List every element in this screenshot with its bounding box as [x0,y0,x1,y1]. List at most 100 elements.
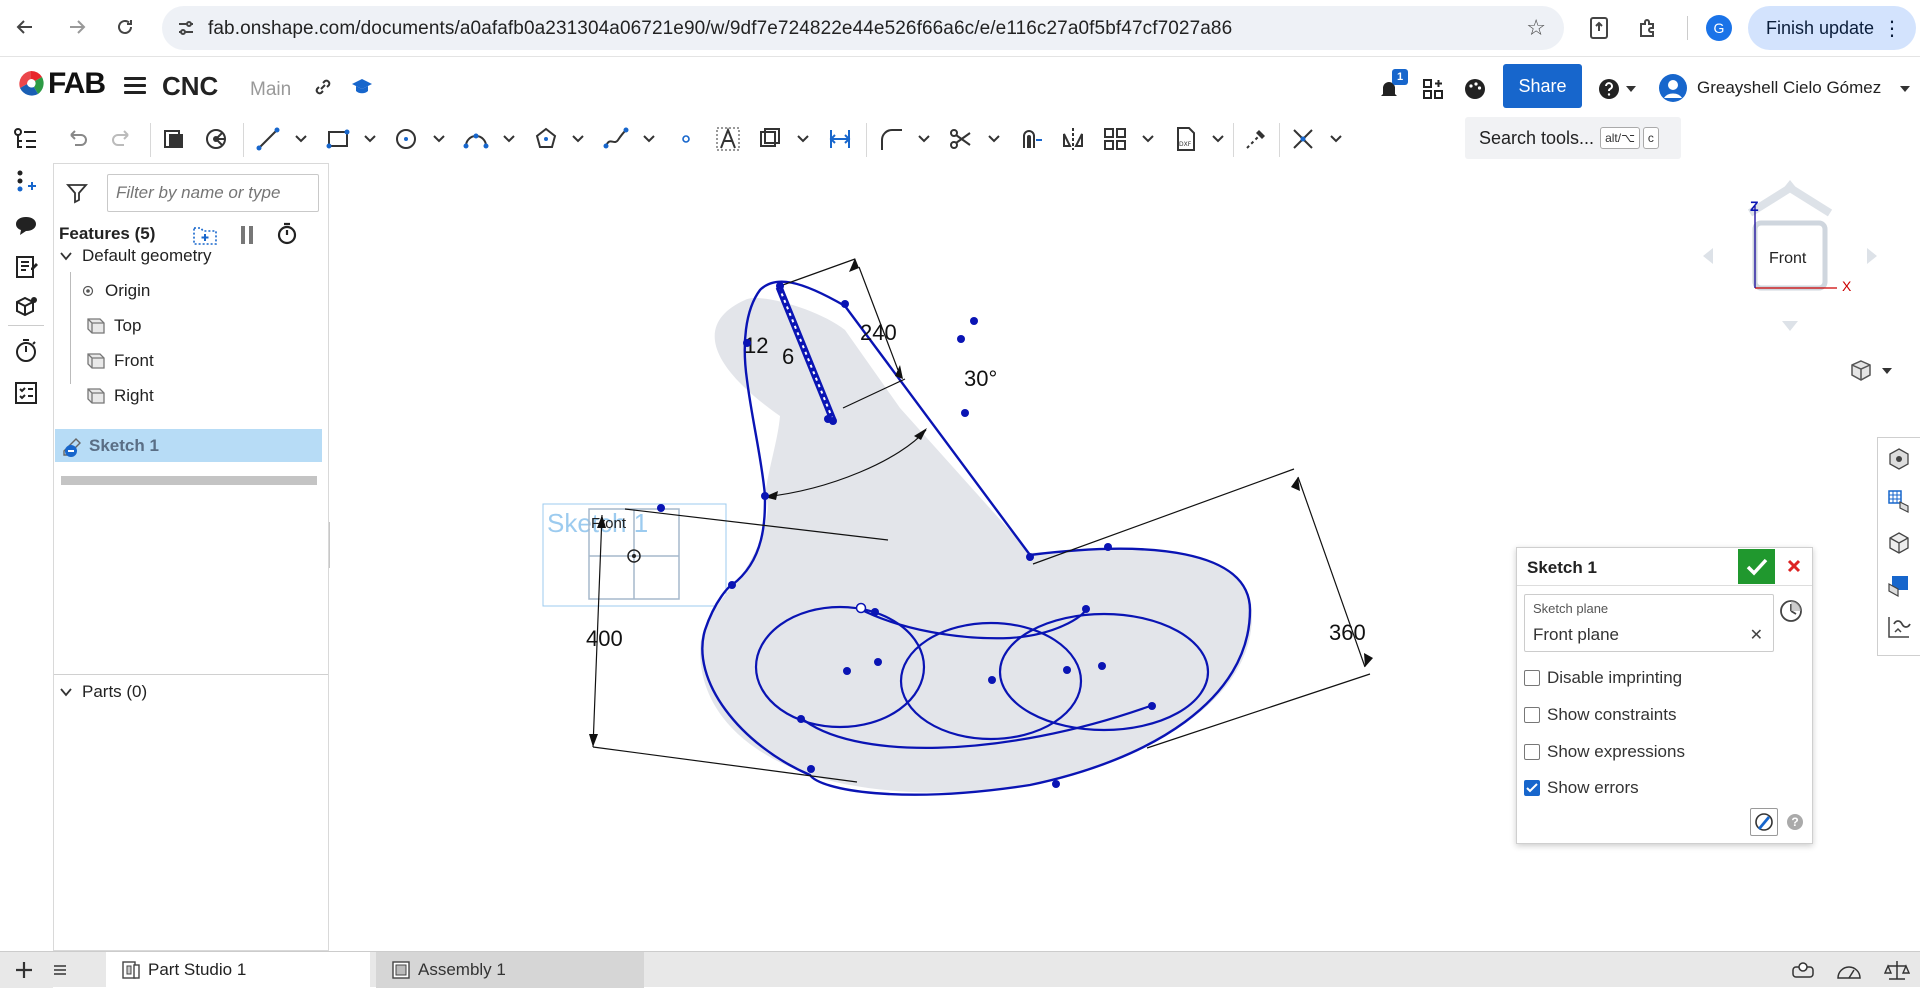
sketch-properties-icon[interactable] [1884,612,1914,642]
fab-logo[interactable]: FAB [16,67,106,101]
insert-tab-button[interactable] [0,952,53,988]
link-icon[interactable] [311,75,335,99]
line-tool-icon[interactable] [252,123,284,155]
help-icon[interactable] [1597,77,1621,101]
chevron-down-icon[interactable] [60,250,72,262]
extension-onshape-icon[interactable] [1584,13,1614,43]
open-point[interactable] [855,602,867,614]
protractor-icon[interactable] [1836,958,1862,982]
share-button[interactable]: Share [1503,64,1582,108]
spline-tool-icon[interactable] [600,123,632,155]
pattern-tool-caret-icon[interactable] [1140,130,1156,146]
comments-icon[interactable] [11,211,41,241]
tab-part-studio-1[interactable]: Part Studio 1 [106,952,370,988]
dxf-import-icon[interactable]: DXF [1170,123,1202,155]
arc-tool-icon[interactable] [460,123,492,155]
document-name[interactable]: CNC [162,71,218,102]
sketch-plane-field[interactable]: Sketch plane Front plane ✕ [1524,594,1774,652]
view-mode-cube-icon[interactable] [1848,358,1874,384]
view-cube-face[interactable]: Front [1769,250,1806,268]
dimension-tool-icon[interactable] [824,123,856,155]
dxf-caret-icon[interactable] [1210,130,1226,146]
disable-imprinting-option[interactable]: Disable imprinting [1524,668,1682,688]
checklist-icon[interactable] [11,378,41,408]
confirm-checkmark-button[interactable] [1738,549,1775,584]
appearance-cube-icon[interactable] [11,293,41,323]
offset-tool-icon[interactable] [1015,123,1047,155]
hamburger-menu-icon[interactable] [124,77,146,95]
disable-imprinting-checkbox[interactable] [1524,670,1540,686]
dimension-360[interactable]: 360 [1329,620,1366,645]
view-options-icon[interactable] [200,123,232,155]
workspace-name[interactable]: Main [250,79,291,101]
app-store-icon[interactable] [1421,77,1445,101]
view-mode-caret-icon[interactable] [1882,368,1892,374]
arc-tool-caret-icon[interactable] [501,130,517,146]
text-tool-icon[interactable] [712,123,744,155]
tab-list-icon[interactable] [53,952,73,988]
learning-center-icon[interactable] [350,75,374,99]
construction-tool-icon[interactable] [1240,123,1272,155]
rollback-timer-icon[interactable] [11,336,41,366]
view-cube[interactable]: Front Z X [1695,178,1885,348]
circle-tool-caret-icon[interactable] [431,130,447,146]
use-tool-icon[interactable] [754,123,786,155]
dialog-help-icon[interactable]: ? [1787,814,1803,830]
address-bar[interactable]: fab.onshape.com/documents/a0afafb0a23130… [162,6,1564,50]
history-clock-icon[interactable] [1778,598,1804,624]
tree-item-right[interactable]: Right [86,379,354,412]
mirror-tool-icon[interactable] [1057,123,1089,155]
constraint-tool-caret-icon[interactable] [1328,130,1344,146]
render-appearance-icon[interactable] [1884,570,1914,600]
trim-scissors-icon[interactable] [945,123,977,155]
fillet-tool-caret-icon[interactable] [916,130,932,146]
feature-filter-input[interactable] [107,174,319,212]
rollback-bar[interactable] [61,476,317,485]
forward-icon[interactable] [62,12,92,42]
dimension-6[interactable]: 6 [782,344,794,369]
tree-item-front[interactable]: Front [86,344,354,377]
profile-avatar[interactable]: G [1706,15,1732,41]
show-expressions-checkbox[interactable] [1524,744,1540,760]
bookmark-star-icon[interactable]: ☆ [1526,15,1546,41]
sketch-settings-button[interactable] [1750,808,1778,836]
finish-update-button[interactable]: Finish update ⋮ [1748,6,1916,50]
reload-icon[interactable] [110,12,140,42]
polygon-tool-caret-icon[interactable] [570,130,586,146]
search-tools-button[interactable]: Search tools... alt/⌥ c [1465,117,1681,159]
show-errors-option[interactable]: Show errors [1524,778,1639,798]
use-tool-caret-icon[interactable] [795,130,811,146]
show-constraints-option[interactable]: Show constraints [1524,705,1676,725]
tab-assembly-1[interactable]: Assembly 1 [376,952,644,988]
chrome-menu-icon[interactable]: ⋮ [1882,16,1902,41]
section-view-icon[interactable] [158,123,190,155]
line-tool-caret-icon[interactable] [293,130,309,146]
trim-tool-caret-icon[interactable] [986,130,1002,146]
fillet-tool-icon[interactable] [875,123,907,155]
clear-plane-icon[interactable]: ✕ [1750,625,1763,645]
measure-tool-icon[interactable] [1884,486,1914,516]
undo-icon[interactable] [60,123,92,155]
variables-icon[interactable] [11,167,41,197]
user-caret-icon[interactable] [1900,86,1910,92]
redo-icon[interactable] [107,123,139,155]
site-settings-icon[interactable] [176,18,196,38]
pattern-tool-icon[interactable] [1099,123,1131,155]
tree-item-sketch-1[interactable]: Sketch 1 [55,429,322,462]
spline-tool-caret-icon[interactable] [641,130,657,146]
scale-balance-icon[interactable] [1884,958,1910,982]
back-icon[interactable] [10,12,40,42]
constraint-tool-icon[interactable] [1287,123,1319,155]
tree-item-origin[interactable]: Origin [81,274,349,307]
cancel-x-button[interactable] [1782,554,1806,578]
front-plane-indicator[interactable]: Sketch 1 Front [542,503,727,607]
theme-palette-icon[interactable] [1463,77,1487,101]
default-geometry-group[interactable]: Default geometry [60,239,328,272]
circle-tool-icon[interactable] [390,123,422,155]
units-tape-icon[interactable] [1790,958,1816,982]
chevron-down-icon[interactable] [60,686,72,698]
dimension-angle-30[interactable]: 30° [964,366,997,391]
show-constraints-checkbox[interactable] [1524,707,1540,723]
parts-group[interactable]: Parts (0) [60,682,147,702]
feature-list-icon[interactable] [11,125,41,155]
